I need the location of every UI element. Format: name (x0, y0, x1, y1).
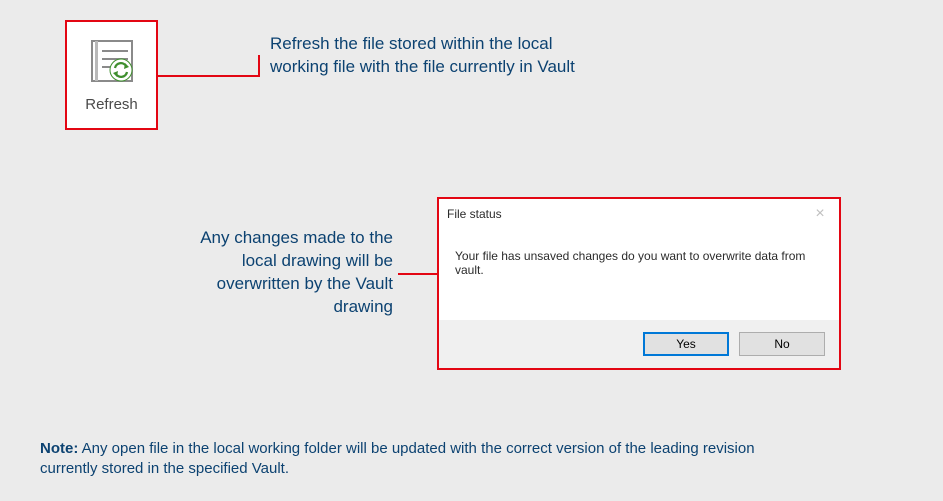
overwrite-description: Any changes made to the local drawing wi… (165, 227, 393, 319)
yes-button[interactable]: Yes (643, 332, 729, 356)
no-button[interactable]: No (739, 332, 825, 356)
refresh-label: Refresh (85, 96, 138, 113)
note-body: Any open file in the local working folde… (40, 440, 755, 477)
close-icon[interactable]: × (809, 206, 831, 222)
callout-connector (158, 75, 260, 77)
file-status-dialog: File status × Your file has unsaved chan… (437, 197, 841, 370)
callout-connector (398, 273, 438, 275)
refresh-tool-tile[interactable]: Refresh (65, 20, 158, 130)
refresh-icon (88, 37, 136, 90)
note-label: Note: (40, 440, 78, 457)
dialog-title: File status (447, 207, 809, 221)
refresh-description: Refresh the file stored within the local… (270, 33, 590, 79)
dialog-title-bar: File status × (439, 199, 839, 229)
note-text: Note: Any open file in the local working… (40, 439, 800, 480)
dialog-message: Your file has unsaved changes do you wan… (439, 229, 839, 320)
dialog-footer: Yes No (439, 320, 839, 368)
